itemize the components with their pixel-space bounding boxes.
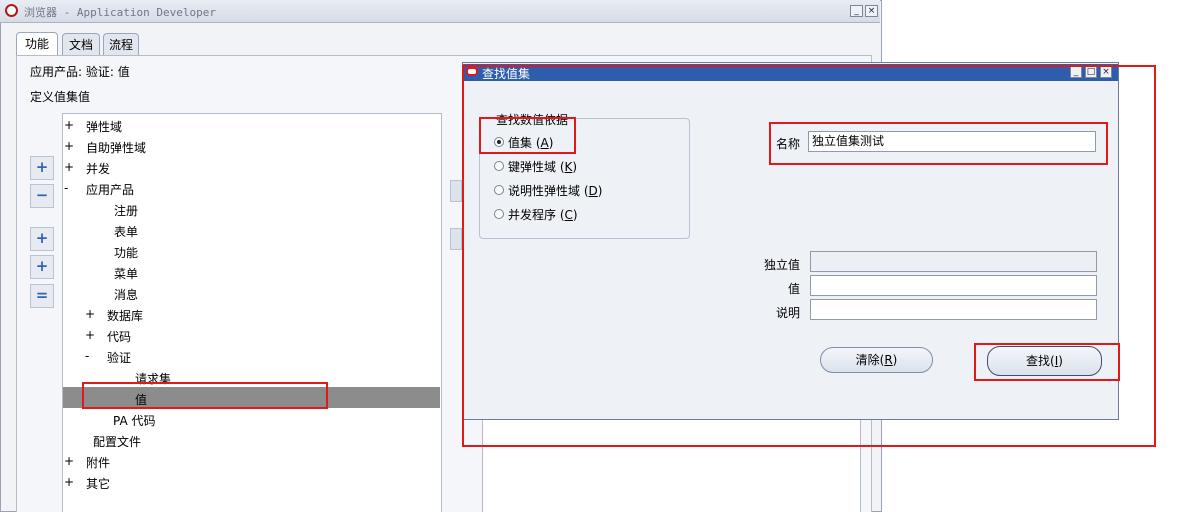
independent-value-field — [810, 251, 1097, 272]
tree-item[interactable]: 请求集 — [135, 370, 171, 387]
tree-item[interactable]: 并发 — [86, 160, 110, 177]
tree-item[interactable]: 表单 — [114, 223, 138, 240]
tree-toggle-icon[interactable]: + — [64, 160, 74, 174]
description-label: 说明 — [775, 306, 800, 320]
oracle-logo-icon — [466, 67, 478, 76]
tree-item[interactable]: PA 代码 — [113, 412, 156, 429]
tree-toggle-icon[interactable]: + — [64, 454, 74, 468]
collapse-all-icon: = — [35, 286, 49, 304]
group-title: 查找数值依据 — [494, 111, 571, 128]
value-label: 值 — [787, 282, 800, 296]
dialog-title-bar: 查找值集 _ □ × — [463, 64, 1118, 81]
tree-selection-highlight — [63, 387, 440, 408]
tree-toggle-icon[interactable]: + — [64, 139, 74, 153]
tree-item[interactable]: 功能 — [114, 244, 138, 261]
expand-all-button[interactable]: + — [30, 255, 54, 279]
tree-item[interactable]: 验证 — [107, 349, 131, 366]
name-field[interactable]: 独立值集测试 — [808, 131, 1096, 152]
tree-toggle-icon[interactable]: + — [64, 118, 74, 132]
radio-concurrent-program[interactable] — [494, 209, 504, 219]
dialog-title: 查找值集 — [482, 67, 531, 81]
expand-branch-icon: + — [35, 229, 49, 247]
description-field[interactable] — [810, 299, 1097, 320]
expand-branch-button[interactable]: + — [30, 227, 54, 251]
tree-toggle-icon[interactable]: - — [85, 349, 89, 363]
context-label: 应用产品: 验证: 值 — [30, 65, 130, 79]
add-function-button[interactable] — [450, 180, 462, 202]
tree-item[interactable]: 消息 — [114, 286, 138, 303]
close-icon[interactable]: × — [1100, 66, 1112, 78]
expand-icon: + — [35, 158, 49, 176]
tree-toggle-icon[interactable]: + — [64, 475, 74, 489]
tree-item[interactable]: 配置文件 — [93, 433, 141, 450]
tree-item[interactable]: 值 — [135, 391, 147, 408]
radio-descriptive-flexfield[interactable] — [494, 185, 504, 195]
tree-toggle-icon[interactable]: - — [64, 181, 68, 195]
find-button[interactable]: 查找(I) — [987, 346, 1102, 376]
define-value-set-label: 定义值集值 — [30, 90, 91, 104]
tree-toggle-icon[interactable]: + — [85, 307, 95, 321]
tree-item[interactable]: 应用产品 — [86, 181, 134, 198]
collapse-all-button[interactable]: = — [30, 284, 54, 308]
name-label: 名称 — [775, 137, 800, 151]
navigator-title-bar: 浏览器 - Application Developer _ × — [0, 0, 880, 23]
window-title: 浏览器 - Application Developer — [24, 6, 216, 19]
clear-button[interactable]: 清除(R) — [820, 347, 933, 373]
tree-item[interactable]: 数据库 — [107, 307, 143, 324]
minimize-icon[interactable]: _ — [1070, 66, 1082, 78]
tab-processes[interactable]: 流程 — [103, 33, 139, 55]
tab-documents[interactable]: 文档 — [62, 33, 100, 55]
option-descriptive-flexfield-label: 说明性弹性域 (D) — [508, 184, 603, 198]
tree-item[interactable]: 弹性域 — [86, 118, 122, 135]
remove-function-button[interactable] — [450, 228, 462, 250]
expand-all-icon: + — [35, 257, 49, 275]
oracle-logo-icon — [5, 4, 18, 17]
minimize-icon[interactable]: _ — [850, 5, 863, 17]
tree-item[interactable]: 代码 — [107, 328, 131, 345]
close-icon[interactable]: × — [865, 5, 878, 17]
tree-item[interactable]: 自助弹性域 — [86, 139, 146, 156]
radio-value-set[interactable] — [494, 137, 504, 147]
option-key-flexfield-label: 键弹性域 (K) — [508, 160, 578, 174]
tree-item[interactable]: 菜单 — [114, 265, 138, 282]
option-concurrent-program-label: 并发程序 (C) — [508, 208, 578, 222]
radio-key-flexfield[interactable] — [494, 161, 504, 171]
tab-functions[interactable]: 功能 — [16, 32, 58, 56]
option-value-set-label: 值集 (A) — [508, 136, 554, 150]
tree-item[interactable]: 注册 — [114, 202, 138, 219]
tree-toggle-icon[interactable]: + — [85, 328, 95, 342]
collapse-button[interactable]: − — [30, 184, 54, 208]
tree-item[interactable]: 附件 — [86, 454, 110, 471]
tree-item[interactable]: 其它 — [86, 475, 110, 492]
selected-functions-list[interactable] — [482, 420, 861, 512]
maximize-icon[interactable]: □ — [1085, 66, 1097, 78]
value-field[interactable] — [810, 275, 1097, 296]
collapse-icon: − — [35, 186, 49, 204]
expand-button[interactable]: + — [30, 156, 54, 180]
independent-value-label: 独立值 — [763, 258, 800, 272]
